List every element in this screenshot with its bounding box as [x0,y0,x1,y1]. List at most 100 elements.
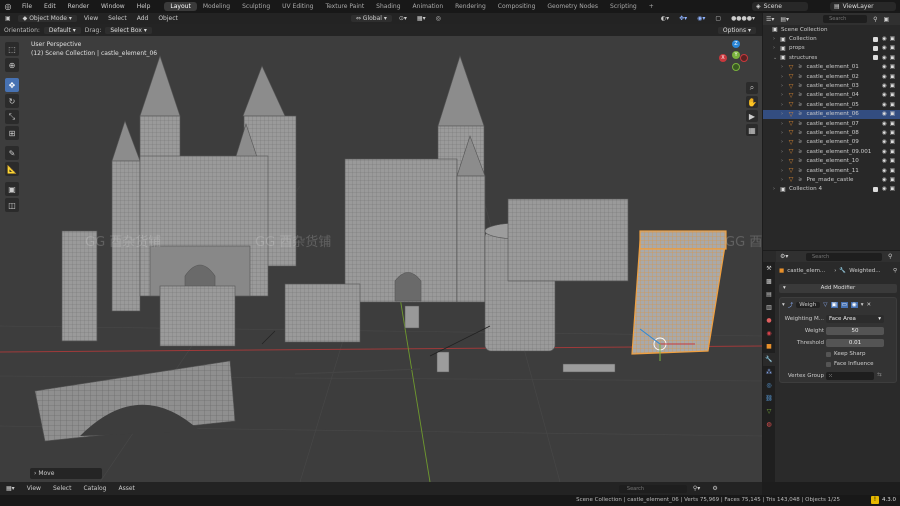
menu-select[interactable]: Select [103,15,132,22]
asset-editor-icon[interactable]: ▦▾ [0,485,21,492]
move-icon[interactable]: ✥ [5,78,19,92]
gizmo-neg-y-icon[interactable] [732,63,740,71]
visibility-eye-icon[interactable]: ◉▣ [882,149,898,155]
asset-settings-icon[interactable]: ⚙ [706,485,723,492]
mesh-data-icon[interactable]: ⚞ [798,92,802,98]
pan-hand-icon[interactable]: ✋ [746,96,758,108]
menu-object[interactable]: Object [153,15,183,22]
proportional-edit-icon[interactable]: ◎ [431,15,446,22]
menu-add[interactable]: Add [132,15,154,22]
outliner-search-input[interactable]: Search [823,15,868,23]
pivot-icon[interactable]: ⊙▾ [394,15,412,22]
mesh-data-icon[interactable]: ⚞ [798,130,802,136]
shading-solid-icon[interactable]: ●●●●▾ [726,15,760,22]
visibility-eye-icon[interactable]: ◉▣ [882,158,898,164]
menu-render[interactable]: Render [62,3,95,10]
mesh-data-icon[interactable]: ⚞ [798,158,802,164]
mesh-data-icon[interactable]: ⚞ [798,177,802,183]
visibility-eye-icon[interactable]: ◉▣ [882,130,898,136]
snap-icon[interactable]: ▦▾ [412,15,431,22]
add-workspace-button[interactable]: + [643,2,660,11]
menu-edit[interactable]: Edit [38,3,62,10]
weighting-mode-dropdown[interactable]: Face Area ▾ [826,315,884,323]
outliner-object-row[interactable]: › ▽ ⚞ castle_element_09.001 ◉▣ [763,147,900,156]
modifier-name-field[interactable]: Weigh [796,301,821,308]
outliner-scene-row[interactable]: ▣ Scene Collection [763,25,900,34]
gizmo-y-icon[interactable]: Y [732,51,740,59]
edit-mode-toggle-icon[interactable]: ▽ [823,302,827,308]
visibility-eye-icon[interactable]: ◉▣ [882,83,898,89]
add-cube-icon[interactable]: ▣ [5,182,19,196]
mesh-data-icon[interactable]: ⚞ [798,64,802,70]
exclude-checkbox[interactable] [873,55,878,61]
asset-menu-view[interactable]: View [21,485,47,492]
new-collection-icon[interactable]: ▣ [883,16,889,23]
tab-modeling[interactable]: Modeling [197,2,236,11]
last-operator-panel[interactable]: › Move [30,468,102,479]
visibility-eye-icon[interactable]: ◉▣ [882,102,898,108]
mesh-data-icon[interactable]: ⚞ [798,102,802,108]
warning-icon[interactable]: ! [871,496,879,504]
mesh-data-icon[interactable]: ⚞ [798,111,802,117]
visibility-eye-icon[interactable]: ◉▣ [882,45,898,51]
asset-search-input[interactable]: Search [618,484,687,493]
render-tab-icon[interactable]: ▩ [763,275,775,288]
rotate-icon[interactable]: ↻ [5,94,19,108]
asset-filter-icon[interactable]: ⚲▾ [687,485,706,492]
tab-texture-paint[interactable]: Texture Paint [319,2,370,11]
visibility-eye-icon[interactable]: ◉▣ [882,121,898,127]
mesh-data-icon[interactable]: ⚞ [798,139,802,145]
outliner-object-row[interactable]: › ▽ ⚞ castle_element_01 ◉▣ [763,63,900,72]
delete-modifier-icon[interactable]: ✕ [867,302,872,308]
visibility-eye-icon[interactable]: ◉▣ [882,36,898,42]
visibility-eye-icon[interactable]: ◉▣ [882,111,898,117]
asset-menu-asset[interactable]: Asset [113,485,141,492]
outliner-collection-row[interactable]: › ▣ props ◉▣ [763,44,900,53]
invert-vertex-group-icon[interactable]: ⇆ [877,372,882,378]
collapse-chevron-icon[interactable]: ▾ [782,302,785,308]
material-tab-icon[interactable]: ◍ [763,418,775,431]
visibility-eye-icon[interactable]: ◉▣ [882,177,898,183]
outliner-object-row[interactable]: › ▽ ⚞ castle_element_06 ◉▣ [763,109,900,119]
view-layer-selector[interactable]: ▤ ViewLayer [830,2,896,11]
overlay-toggle-icon[interactable]: ◉▾ [692,15,710,22]
view-layer-tab-icon[interactable]: ▥ [763,301,775,314]
cage-toggle-icon[interactable]: ▣ [830,301,838,308]
mode-dropdown[interactable]: ◆ Object Mode ▾ [17,15,77,22]
transform-icon[interactable]: ⊞ [5,126,19,140]
pin-icon[interactable]: ⚲ [888,253,892,260]
outliner-object-row[interactable]: › ▽ ⚞ castle_element_07 ◉▣ [763,119,900,128]
gizmo-neg-x-icon[interactable] [740,54,748,62]
weight-field[interactable]: 50 [826,327,884,335]
mesh-data-icon[interactable]: ⚞ [798,149,802,155]
tab-compositing[interactable]: Compositing [492,2,542,11]
outliner-collection-row[interactable]: ⌄ ▣ structures ◉▣ [763,53,900,62]
asset-menu-catalog[interactable]: Catalog [77,485,112,492]
tool-tab-icon[interactable]: ⚒ [763,262,775,275]
measure-icon[interactable]: 📐 [5,162,19,176]
scene-selector[interactable]: ◈ Scene [752,2,808,11]
visibility-eye-icon[interactable]: ◉▣ [882,92,898,98]
outliner-object-row[interactable]: › ▽ ⚞ castle_element_05 ◉▣ [763,100,900,109]
tab-layout[interactable]: Layout [164,2,197,11]
output-tab-icon[interactable]: ▤ [763,288,775,301]
outliner-object-row[interactable]: › ▽ ⚞ castle_element_08 ◉▣ [763,128,900,137]
tab-geometry-nodes[interactable]: Geometry Nodes [541,2,604,11]
object-name[interactable]: castle_elem... [787,268,831,274]
viewport-toggle-icon[interactable]: ▭ [840,301,848,308]
outliner-object-row[interactable]: › ▽ ⚞ castle_element_03 ◉▣ [763,81,900,90]
modifier-tab-icon[interactable]: 🔧 [763,353,775,366]
menu-view[interactable]: View [79,15,103,22]
mesh-data-icon[interactable]: ⚞ [798,168,802,174]
add-modifier-button[interactable]: ▾ Add Modifier [779,284,897,293]
outliner-collection-row[interactable]: › ▣ Collection 4 ◉▣ [763,185,900,194]
3d-viewport[interactable]: GG 酉杂货铺 GG 酉杂货铺 GG 酉杂货铺 Z Y X ⌕ ✋ ▶ ▦ [0,36,762,482]
outliner-object-row[interactable]: › ▽ ⚞ castle_element_11 ◉▣ [763,166,900,175]
drag-dropdown[interactable]: Select Box ▾ [105,26,152,34]
exclude-checkbox[interactable] [873,36,878,42]
outliner-object-row[interactable]: › ▽ ⚞ castle_element_04 ◉▣ [763,91,900,100]
modifier-menu-icon[interactable]: ▾ [861,302,864,308]
physics-tab-icon[interactable]: ◎ [763,379,775,392]
threshold-field[interactable]: 0.01 [826,339,884,347]
add-object-icon[interactable]: ◫ [5,198,19,212]
